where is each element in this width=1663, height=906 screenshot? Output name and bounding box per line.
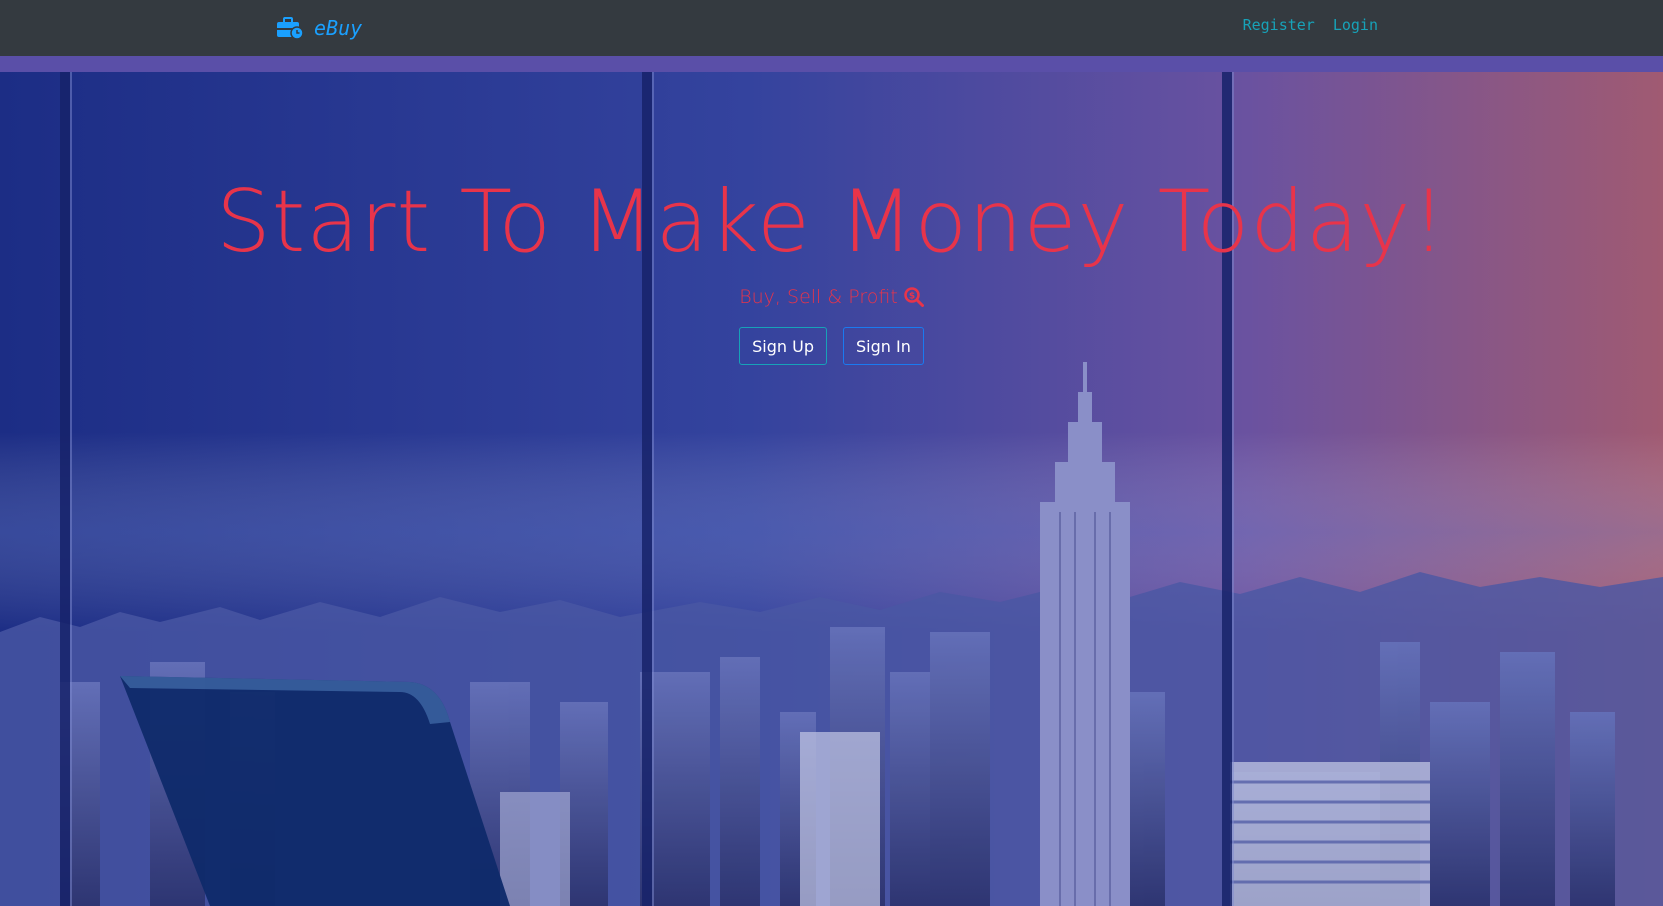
sign-in-button[interactable]: Sign In [843,327,924,365]
hero-subtitle: Buy, Sell & Profit [739,286,898,308]
hero-buttons: Sign Up Sign In [0,327,1663,365]
svg-text:$: $ [909,292,915,302]
login-link[interactable]: Login [1333,16,1378,34]
search-dollar-icon: $ [904,287,924,307]
register-link[interactable]: Register [1243,16,1315,34]
sign-up-button[interactable]: Sign Up [739,327,827,365]
hero-title: Start To Make Money Today! [216,172,1447,272]
nav-links: Register Login [1243,16,1378,34]
hero-section: Start To Make Money Today! Buy, Sell & P… [0,72,1663,906]
brand-name: eBuy [314,16,363,40]
hero-subtitle-row: Buy, Sell & Profit $ [0,286,1663,308]
briefcase-clock-icon [277,17,304,40]
accent-bar [0,56,1663,72]
brand-link[interactable]: eBuy [276,14,362,42]
navbar: eBuy Register Login [0,0,1663,56]
